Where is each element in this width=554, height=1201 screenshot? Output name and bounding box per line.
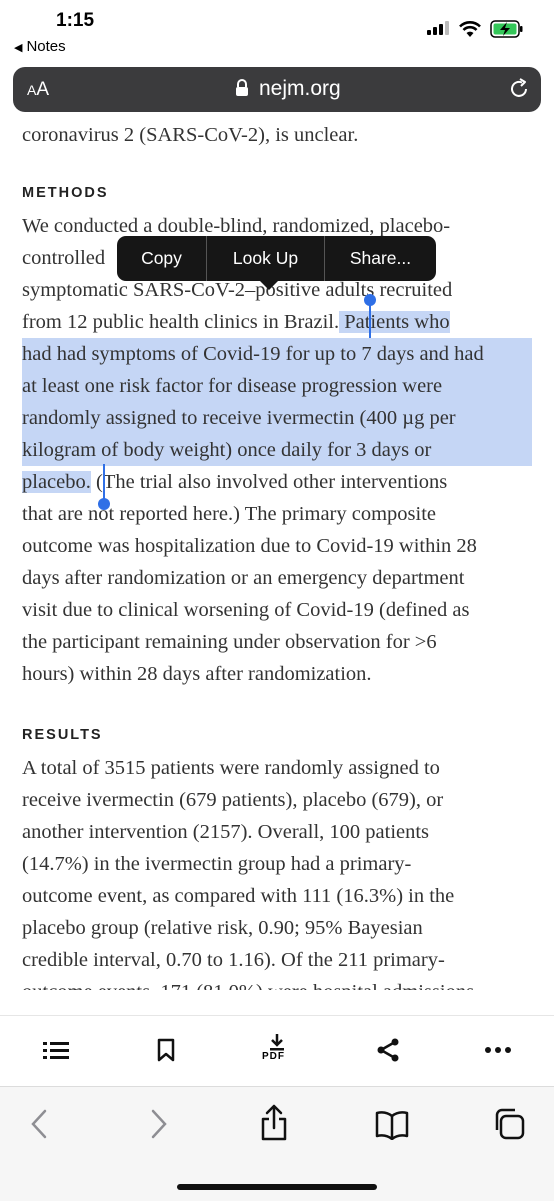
battery-charging-icon	[490, 20, 523, 38]
text-size-large-a: A	[36, 79, 50, 100]
methods-heading: METHODS	[22, 185, 109, 201]
methods-line: that are not reported here.) The primary…	[22, 503, 437, 525]
results-line: (14.7%) in the ivermectin group had a pr…	[22, 853, 412, 875]
text-size-button[interactable]: AA	[27, 79, 49, 101]
results-line: outcome event, as compared with 111 (16.…	[22, 885, 455, 907]
pdf-label[interactable]: PDF	[262, 1051, 285, 1062]
look-up-menu-item[interactable]: Look Up	[207, 236, 324, 281]
forward-icon[interactable]	[150, 1109, 168, 1139]
selected-text-line[interactable]: had had symptoms of Covid-19 for up to 7…	[22, 338, 532, 370]
methods-line-text: (The trial also involved other intervent…	[96, 471, 448, 493]
status-time: 1:15	[56, 10, 95, 31]
intro-line: coronavirus 2 (SARS-CoV-2), is unclear.	[22, 124, 359, 146]
methods-line: the participant remaining under observat…	[22, 631, 437, 653]
selected-text-line[interactable]: randomly assigned to receive ivermectin …	[22, 402, 532, 434]
text-size-small-a: A	[27, 82, 37, 98]
share-nodes-icon[interactable]	[376, 1038, 400, 1062]
contents-list-icon[interactable]	[43, 1040, 69, 1060]
methods-line: visit due to clinical worsening of Covid…	[22, 599, 470, 621]
back-to-app-button[interactable]: ◀ Notes	[14, 38, 66, 55]
lock-icon	[236, 79, 248, 96]
text-selection-menu: Copy Look Up Share...	[117, 236, 436, 281]
cellular-signal-icon	[427, 21, 449, 35]
pdf-download-icon[interactable]	[268, 1033, 286, 1051]
methods-line: placebo. (The trial also involved other …	[22, 466, 447, 498]
methods-line: outcome was hospitalization due to Covid…	[22, 535, 477, 557]
menu-pointer	[259, 280, 279, 290]
wifi-icon	[459, 21, 481, 37]
methods-line: from 12 public health clinics in Brazil.…	[22, 306, 450, 338]
results-line: outcome events, 171 (81.0%) were hospita…	[22, 976, 479, 990]
selection-end-stem	[103, 464, 105, 500]
methods-line: days after randomization or an emergency…	[22, 567, 465, 589]
back-app-label: Notes	[26, 38, 66, 55]
selection-end-handle[interactable]	[98, 498, 110, 510]
home-indicator	[177, 1184, 377, 1190]
results-heading: RESULTS	[22, 727, 103, 743]
selection-start-stem	[369, 304, 371, 338]
selected-text-part: Patients who	[344, 311, 450, 333]
methods-line-text: from 12 public health clinics in Brazil.	[22, 311, 340, 333]
results-line: another intervention (2157). Overall, 10…	[22, 821, 430, 843]
methods-line: hours) within 28 days after randomizatio…	[22, 663, 372, 685]
results-line: placebo group (relative risk, 0.90; 95% …	[22, 917, 423, 939]
tabs-icon[interactable]	[493, 1108, 525, 1140]
back-icon[interactable]	[30, 1109, 48, 1139]
bookmarks-book-icon[interactable]	[375, 1110, 409, 1140]
results-line: credible interval, 0.70 to 1.16). Of the…	[22, 949, 445, 971]
selected-text[interactable]: Patients who	[339, 311, 450, 333]
share-menu-item[interactable]: Share...	[325, 236, 436, 281]
results-line: A total of 3515 patients were randomly a…	[22, 757, 440, 779]
reload-icon[interactable]	[507, 77, 531, 101]
selected-text-line[interactable]: at least one risk factor for disease pro…	[22, 370, 532, 402]
results-line: receive ivermectin (679 patients), place…	[22, 789, 444, 811]
url-text[interactable]: nejm.org	[259, 77, 341, 101]
selected-text-end[interactable]: placebo.	[22, 471, 91, 493]
bookmark-icon[interactable]	[157, 1038, 175, 1062]
copy-menu-item[interactable]: Copy	[117, 236, 206, 281]
address-bar[interactable]: AA nejm.org	[13, 67, 541, 112]
back-triangle-icon: ◀	[14, 42, 23, 54]
selected-text-line[interactable]: kilogram of body weight) once daily for …	[22, 434, 532, 466]
share-icon[interactable]	[259, 1104, 289, 1142]
methods-line: controlled	[22, 247, 106, 269]
more-options-icon[interactable]	[484, 1046, 512, 1054]
